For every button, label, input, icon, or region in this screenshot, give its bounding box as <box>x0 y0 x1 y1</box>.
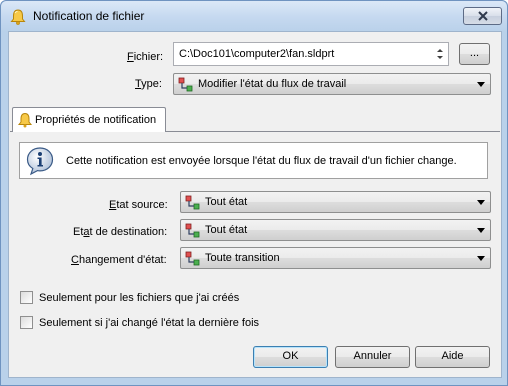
tab-notification-properties[interactable]: Propriétés de notification <box>12 107 166 132</box>
last-changed-label: Seulement si j'ai changé l'état la derni… <box>39 317 260 329</box>
file-path-field[interactable]: C:\Doc101\computer2\fan.sldprt <box>173 42 449 66</box>
spinner-arrows-icon <box>437 49 443 59</box>
state-change-label: Changement d'état: <box>71 254 167 266</box>
info-icon <box>26 147 54 176</box>
close-button[interactable] <box>463 7 502 25</box>
destination-state-label: Etat de destination: <box>73 226 168 238</box>
bell-icon <box>10 9 26 25</box>
type-label: Type: <box>135 78 162 90</box>
file-label: Fichier: <box>127 51 164 63</box>
workflow-transition-icon <box>185 251 200 266</box>
type-dropdown[interactable]: Modifier l'état du flux de travail <box>173 73 491 95</box>
chevron-down-icon <box>477 228 485 233</box>
destination-state-value: Tout état <box>205 224 248 236</box>
chevron-down-icon <box>477 200 485 205</box>
state-change-value: Toute transition <box>205 252 280 264</box>
workflow-state-icon <box>178 77 193 92</box>
chevron-down-icon <box>477 82 485 87</box>
file-path-spinner[interactable] <box>434 45 446 63</box>
type-value: Modifier l'état du flux de travail <box>198 78 347 90</box>
file-path-value: C:\Doc101\computer2\fan.sldprt <box>179 48 335 60</box>
tab-label: Propriétés de notification <box>35 114 157 126</box>
workflow-state-icon <box>185 195 200 210</box>
info-box: Cette notification est envoyée lorsque l… <box>19 142 488 179</box>
state-change-dropdown[interactable]: Toute transition <box>180 247 491 269</box>
info-text: Cette notification est envoyée lorsque l… <box>66 155 457 167</box>
last-changed-checkbox[interactable] <box>20 316 33 329</box>
destination-state-dropdown[interactable]: Tout état <box>180 219 491 241</box>
notification-dialog: Notification de fichier Fichier: C:\Doc1… <box>0 0 508 386</box>
source-state-value: Tout état <box>205 196 248 208</box>
chevron-down-icon <box>477 256 485 261</box>
window-title: Notification de fichier <box>33 9 145 23</box>
ok-button[interactable]: OK <box>253 346 328 368</box>
title-bar[interactable]: Notification de fichier <box>1 1 507 32</box>
close-icon <box>478 11 488 21</box>
browse-button[interactable]: ... <box>459 43 490 65</box>
source-state-dropdown[interactable]: Tout état <box>180 191 491 213</box>
own-files-checkbox[interactable] <box>20 291 33 304</box>
workflow-state-icon <box>185 223 200 238</box>
bell-icon <box>17 112 33 128</box>
own-files-label: Seulement pour les fichiers que j'ai cré… <box>39 292 240 304</box>
source-state-label: Etat source: <box>109 199 168 211</box>
cancel-button[interactable]: Annuler <box>335 346 410 368</box>
dialog-client-area: Fichier: C:\Doc101\computer2\fan.sldprt … <box>8 31 502 378</box>
help-button[interactable]: Aide <box>415 346 490 368</box>
